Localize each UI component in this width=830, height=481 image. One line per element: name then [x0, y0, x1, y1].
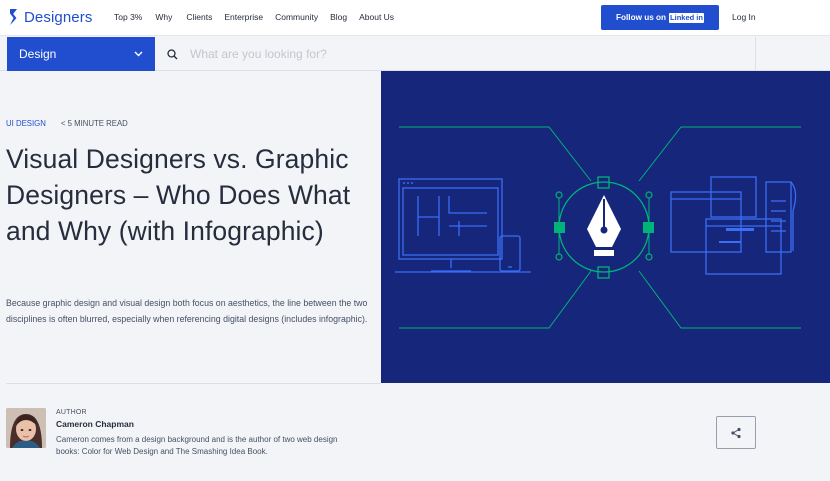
article-title: Visual Designers vs. Graphic Designers –…	[6, 144, 351, 246]
document-fold	[790, 181, 797, 251]
connector-line	[638, 270, 801, 329]
phone-outline	[499, 235, 521, 272]
search-input[interactable]	[190, 47, 710, 61]
chevron-down-icon	[134, 51, 143, 57]
monitor-stand	[431, 259, 471, 272]
author-block: AUTHOR Cameron Chapman Cameron comes fro…	[6, 408, 706, 468]
author-name[interactable]: Cameron Chapman	[56, 419, 134, 429]
designer-illustration	[395, 126, 801, 329]
monitor-outline	[398, 178, 503, 260]
nav-link-top-3[interactable]: Top 3%	[114, 12, 142, 22]
document-outline	[765, 181, 792, 253]
accent-bar	[726, 228, 754, 231]
nav-link-why[interactable]: Why	[155, 12, 172, 22]
linkedin-logo: Linked in	[669, 12, 704, 23]
article-category-link[interactable]: UI DESIGN	[6, 119, 46, 128]
category-dropdown[interactable]: Design	[7, 37, 155, 71]
monitor-dot	[411, 182, 413, 184]
connector-line	[399, 126, 592, 182]
handle-dot	[555, 191, 563, 199]
hero-illustration	[381, 71, 830, 383]
follow-linkedin-button[interactable]: Follow us on Linked in	[601, 5, 719, 30]
divider	[6, 383, 381, 384]
category-dropdown-label: Design	[19, 47, 57, 61]
logo-text: Designers	[24, 8, 93, 26]
connector-line	[399, 270, 592, 329]
author-bio: Cameron comes from a design background a…	[56, 435, 338, 456]
author-label: AUTHOR	[56, 409, 87, 416]
article-excerpt: Because graphic design and visual design…	[6, 298, 368, 324]
anchor-point	[643, 222, 654, 233]
share-button[interactable]	[716, 416, 756, 449]
accent-bar	[719, 241, 741, 243]
handle-dot	[645, 253, 653, 261]
top-navigation: Designers Top 3% Why Clients Enterprise …	[0, 0, 830, 36]
logo-link[interactable]: Designers	[7, 8, 92, 26]
anchor-point	[554, 222, 565, 233]
browser-window	[705, 218, 782, 275]
nav-link-blog[interactable]: Blog	[330, 12, 347, 22]
share-icon	[731, 427, 741, 438]
handle-dot	[645, 191, 653, 199]
nav-link-about-us[interactable]: About Us	[359, 12, 394, 22]
author-photo	[6, 408, 46, 448]
monitor-dot	[403, 182, 405, 184]
follow-label: Follow us on	[616, 13, 667, 22]
login-link[interactable]: Log In	[732, 12, 756, 22]
nav-link-community[interactable]: Community	[275, 12, 318, 22]
nav-link-enterprise[interactable]: Enterprise	[224, 12, 263, 22]
pen-collar	[594, 250, 614, 256]
article-meta: UI DESIGN < 5 MINUTE READ	[6, 119, 128, 128]
monitor-dot	[407, 182, 409, 184]
article-hero: UI DESIGN < 5 MINUTE READ Visual Designe…	[0, 71, 381, 383]
logo-icon	[10, 9, 18, 25]
main-nav: Top 3% Why Clients Enterprise Community …	[114, 12, 394, 22]
connector-line	[638, 126, 801, 182]
avatar[interactable]	[6, 408, 46, 448]
browser-window	[710, 176, 757, 218]
monitor-screen	[402, 187, 499, 256]
handle-dot	[555, 253, 563, 261]
category-search-bar: Design	[0, 37, 830, 71]
search-icon	[167, 48, 178, 59]
layout-sketch	[417, 196, 487, 236]
search-box	[155, 37, 756, 71]
nav-link-clients[interactable]: Clients	[186, 12, 212, 22]
read-time: < 5 MINUTE READ	[60, 119, 128, 128]
